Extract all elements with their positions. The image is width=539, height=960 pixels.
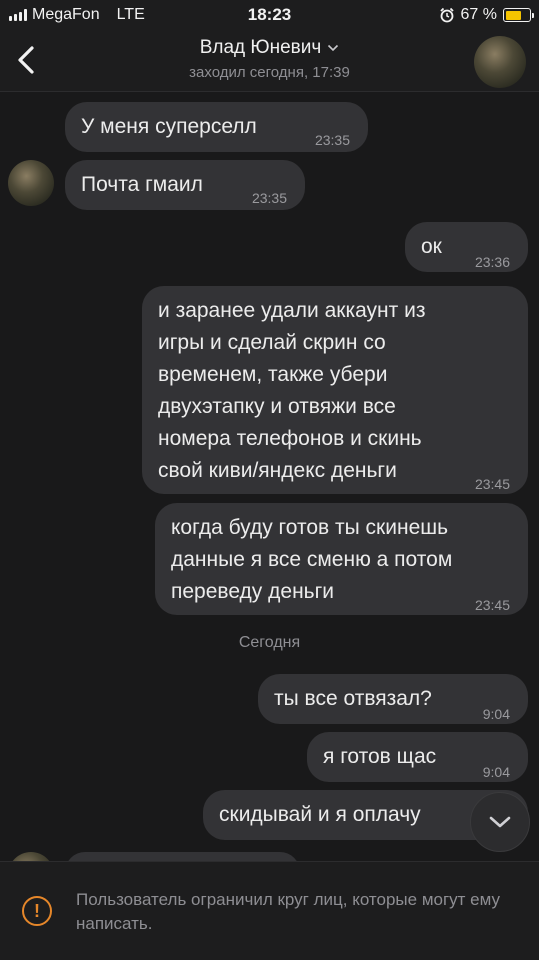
message-bubble[interactable]: и заранее удали аккаунт из игры и сделай…: [142, 286, 528, 494]
message-time: 23:45: [474, 597, 510, 613]
message-bubble[interactable]: ты все отвязал? 9:04: [258, 674, 528, 724]
battery-percent: 67 %: [460, 6, 497, 23]
status-right: 67 %: [439, 6, 534, 24]
contact-name: Влад Юневич: [199, 37, 322, 58]
message-line: игры и сделай скрин со: [158, 331, 386, 354]
restriction-notice: ! Пользователь ограничил круг лиц, котор…: [0, 861, 539, 960]
status-bar: MegaFon LTE 18:23 67 %: [0, 0, 539, 30]
message-line: когда буду готов ты скинешь: [171, 516, 449, 539]
warning-icon: !: [22, 896, 52, 926]
message-time: 23:45: [474, 476, 510, 492]
contact-avatar[interactable]: [474, 36, 526, 88]
message-bubble[interactable]: Почта гмаил 23:35: [65, 160, 305, 210]
message-text: Почта гмаил: [81, 173, 203, 196]
scroll-down-button[interactable]: [470, 792, 530, 852]
message-text: ок: [421, 235, 442, 258]
chat-header: Влад Юневич заходил сегодня, 17:39: [0, 30, 539, 92]
battery-icon: [503, 8, 534, 22]
day-separator: Сегодня: [238, 634, 301, 651]
contact-info[interactable]: Влад Юневич заходил сегодня, 17:39: [100, 37, 439, 81]
message-time: 9:04: [482, 764, 510, 780]
message-time: 23:35: [314, 132, 350, 148]
sender-avatar[interactable]: [8, 160, 54, 206]
message-line: и заранее удали аккаунт из: [158, 299, 426, 322]
battery-fill: [505, 10, 521, 20]
message-line: свой киви/яндекс деньги: [158, 459, 397, 482]
last-seen: заходил сегодня, 17:39: [189, 64, 350, 81]
message-bubble[interactable]: ок 23:36: [405, 222, 528, 272]
message-line: временем, также убери: [158, 363, 388, 386]
message-bubble[interactable]: У меня суперселл 23:35: [65, 102, 368, 152]
restriction-text: Пользователь ограничил круг лиц, которые…: [76, 890, 501, 933]
message-bubble[interactable]: я готов щас 9:04: [307, 732, 528, 782]
alarm-icon: [439, 7, 454, 23]
message-line: переведу деньги: [171, 580, 334, 603]
chevron-down-icon: [489, 816, 511, 828]
message-time: 23:35: [251, 190, 287, 206]
message-time: 23:36: [474, 254, 510, 270]
message-line: номера телефонов и скинь: [158, 427, 422, 450]
contact-name-row[interactable]: Влад Юневич: [200, 37, 340, 59]
message-line: двухэтапку и отвяжи все: [158, 395, 396, 418]
message-text: У меня суперселл: [81, 115, 257, 138]
message-text: я готов щас: [323, 745, 437, 768]
message-bubble[interactable]: когда буду готов ты скинешь данные я все…: [155, 503, 528, 615]
message-text: ты все отвязал?: [274, 687, 432, 710]
message-line: данные я все сменю а потом: [171, 548, 453, 571]
chevron-down-icon: [328, 44, 339, 52]
message-text: скидывай и я оплачу: [219, 803, 421, 826]
chevron-left-icon[interactable]: [14, 44, 40, 76]
message-time: 9:04: [482, 706, 510, 722]
